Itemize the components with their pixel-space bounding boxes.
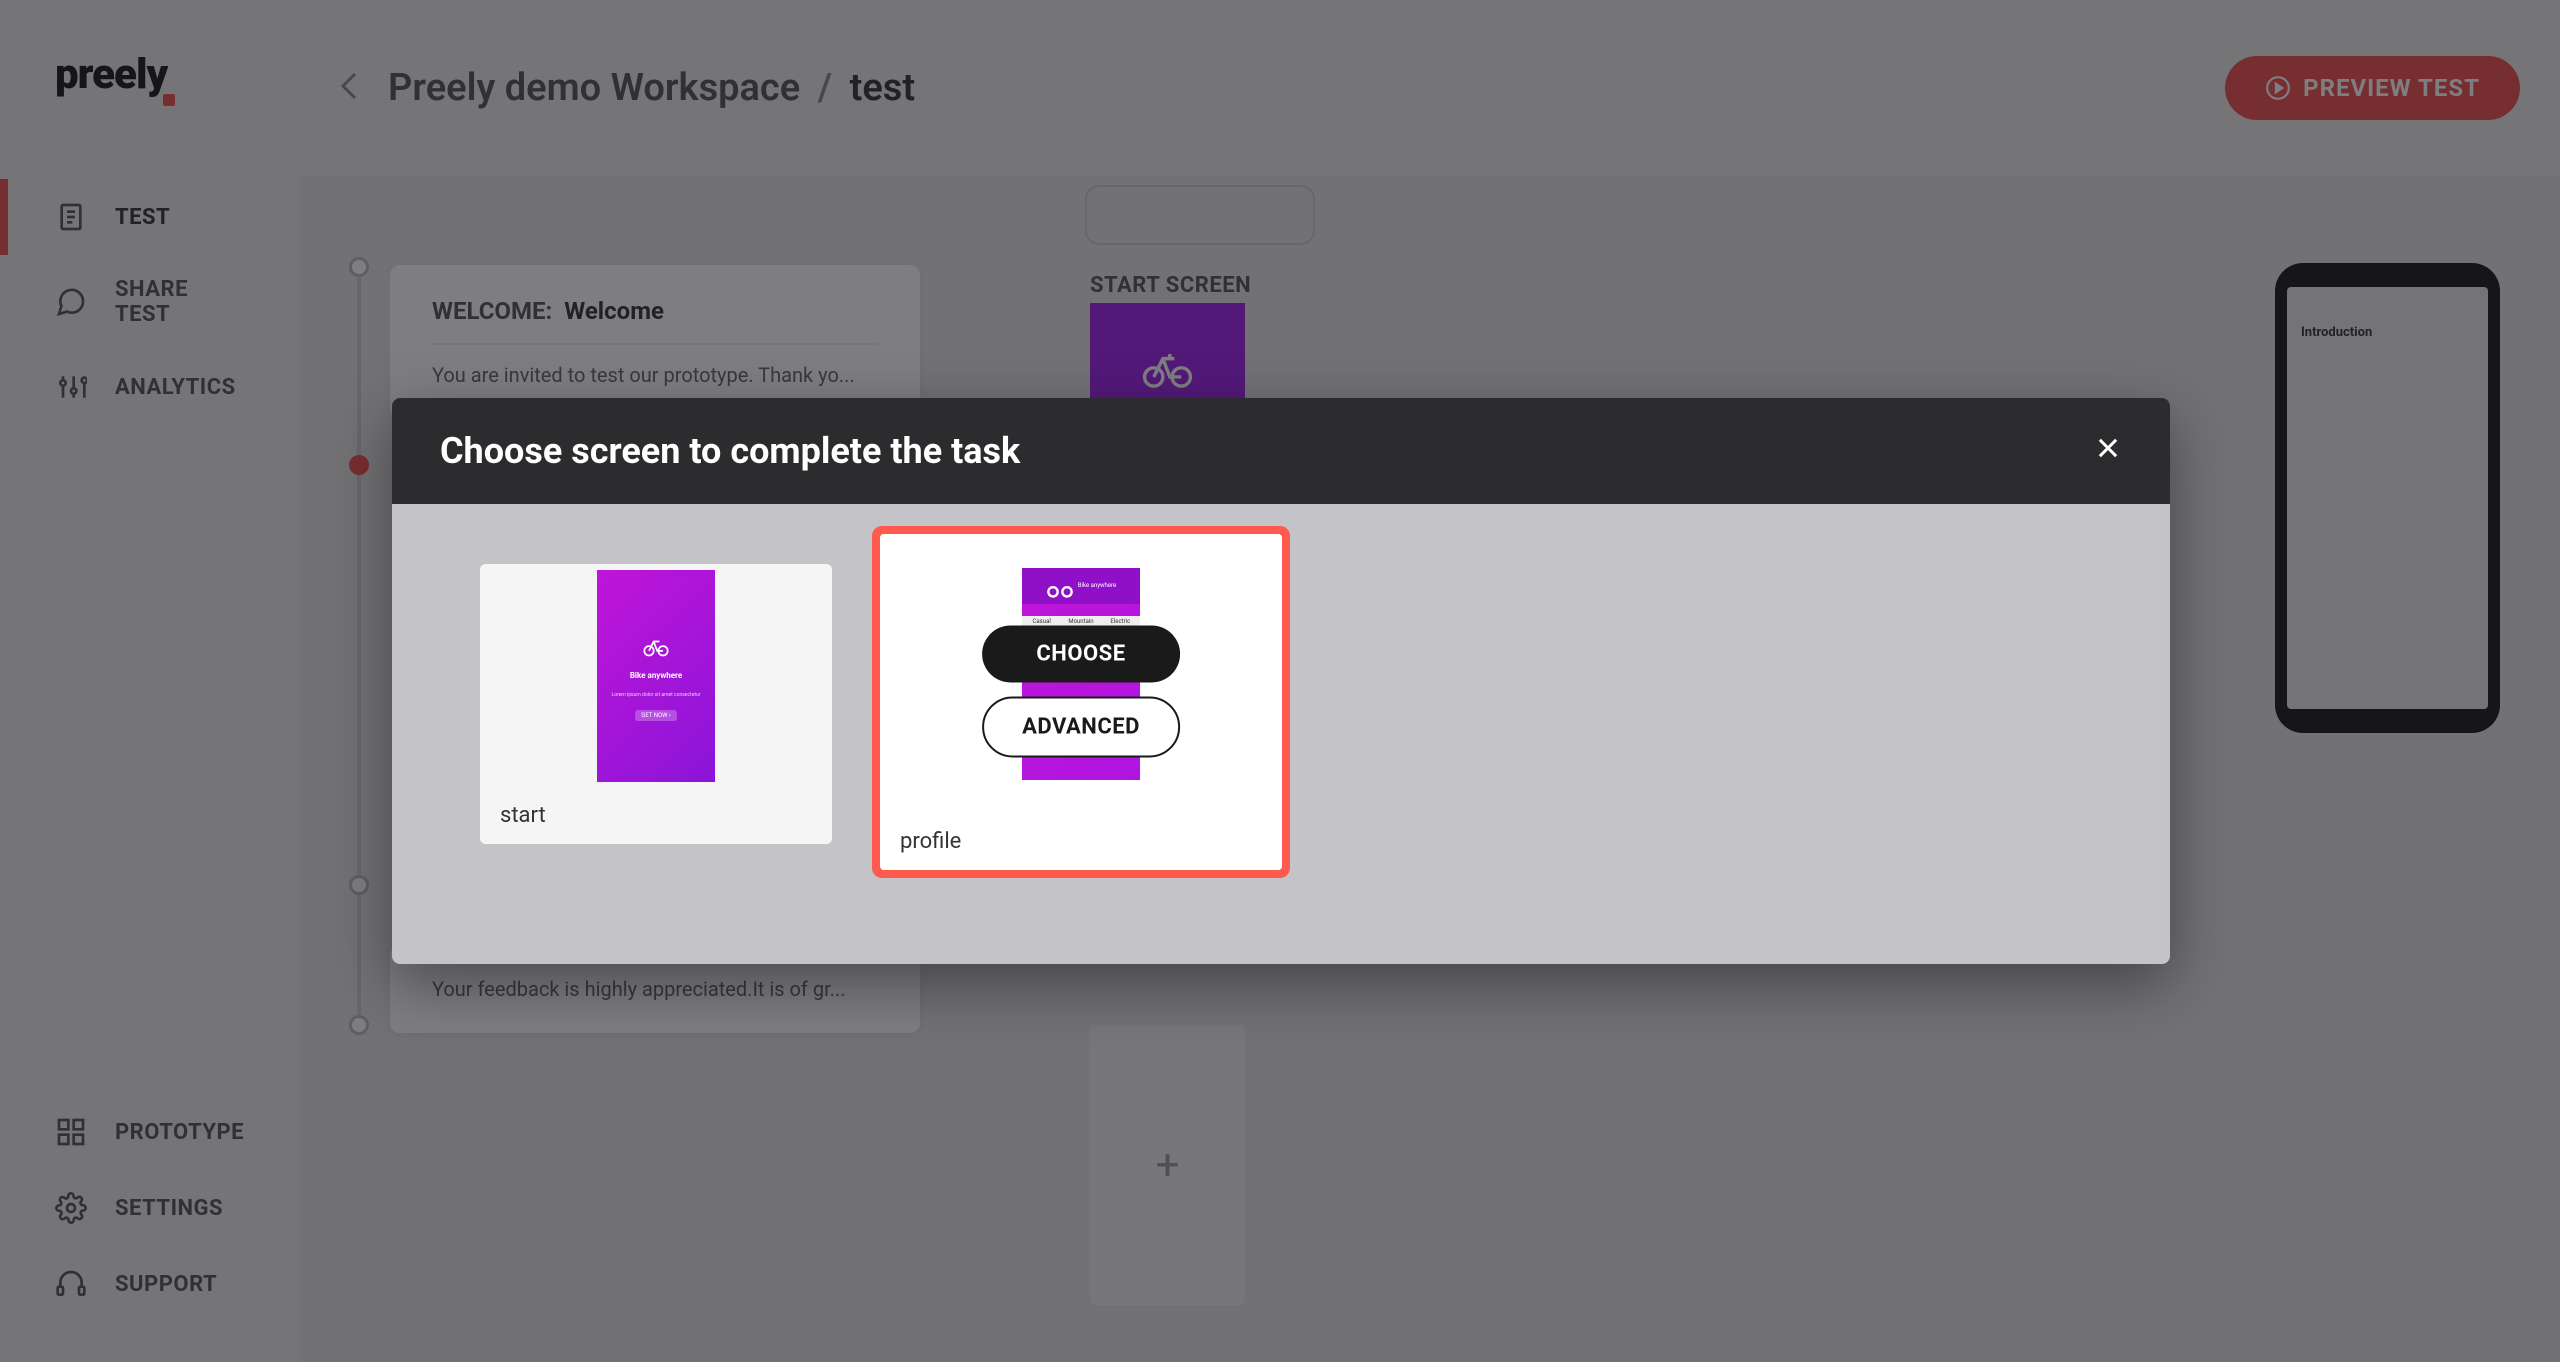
- modal-title: Choose screen to complete the task: [440, 430, 1020, 472]
- bike-icon: [642, 631, 670, 659]
- screen-label: profile: [880, 813, 1282, 870]
- screen-thumb-start: Bike anywhere Lorem ipsum dolor sit amet…: [597, 570, 715, 782]
- screen-label: start: [480, 787, 832, 844]
- choose-screen-modal: Choose screen to complete the task Bike …: [392, 398, 2170, 964]
- close-icon: [2094, 434, 2122, 462]
- screen-card-profile-selected[interactable]: Bike anywhere CasualMountainElectric CHO…: [872, 526, 1290, 878]
- choose-button[interactable]: CHOOSE: [982, 625, 1180, 682]
- screen-action-overlay: CHOOSE ADVANCED: [982, 625, 1180, 757]
- modal-close-button[interactable]: [2094, 432, 2122, 470]
- screen-card-start[interactable]: Bike anywhere Lorem ipsum dolor sit amet…: [480, 564, 832, 844]
- modal-body: Bike anywhere Lorem ipsum dolor sit amet…: [392, 504, 2170, 938]
- advanced-button[interactable]: ADVANCED: [982, 696, 1180, 757]
- modal-header: Choose screen to complete the task: [392, 398, 2170, 504]
